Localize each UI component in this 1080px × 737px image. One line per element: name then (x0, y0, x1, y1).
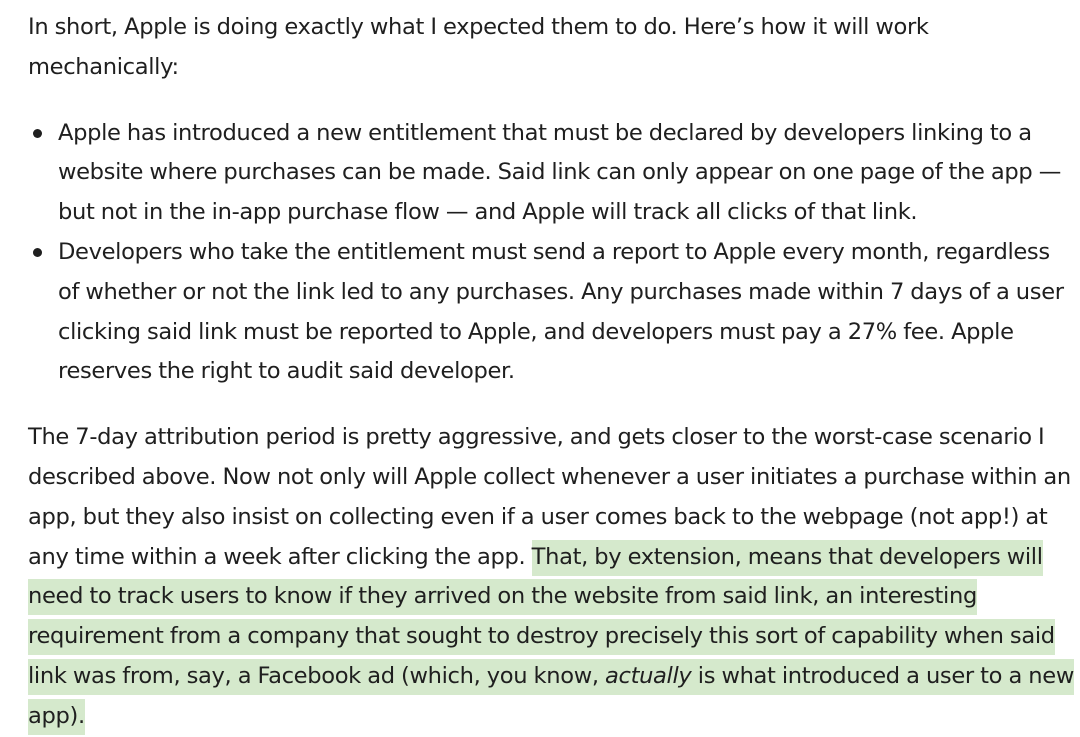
bullet-list: Apple has introduced a new entitlement t… (28, 114, 1074, 393)
closing-paragraph: The 7-day attribution period is pretty a… (28, 418, 1074, 736)
list-item: Apple has introduced a new entitlement t… (28, 114, 1074, 233)
intro-paragraph: In short, Apple is doing exactly what I … (28, 14, 929, 80)
list-item: Developers who take the entitlement must… (28, 233, 1074, 392)
article-body: In short, Apple is doing exactly what I … (28, 8, 1074, 737)
emphasis-text: actually (605, 662, 692, 689)
